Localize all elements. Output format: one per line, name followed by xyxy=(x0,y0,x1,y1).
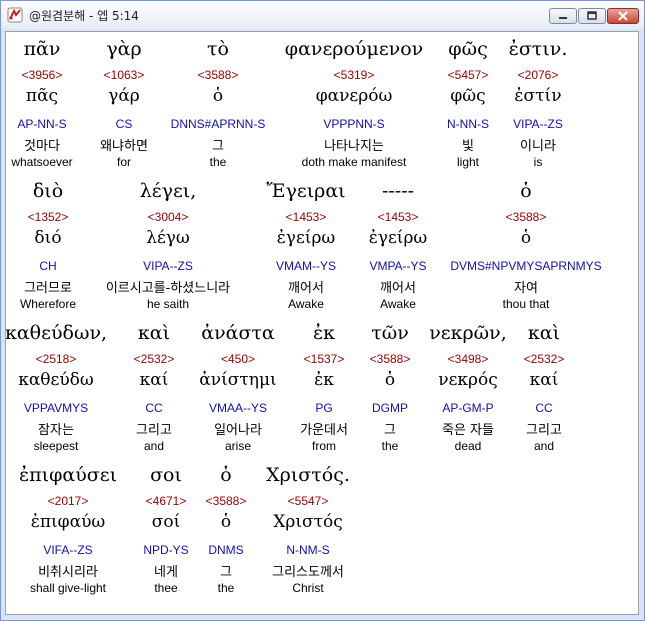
interlinear-content[interactable]: πᾶν <3956> πᾶς AP-NN-S 것마다 whatsoever γὰρ <1063… xyxy=(5,31,639,615)
word-parse: DVMS#NPVMYSAPRNMYS xyxy=(450,259,602,273)
word-english: thou that xyxy=(502,297,550,311)
word-korean: 그리스도께서 xyxy=(272,565,344,580)
app-icon xyxy=(7,7,23,23)
word-code: <5547> xyxy=(287,494,329,508)
word-parse: CC xyxy=(535,401,553,415)
maximize-button[interactable] xyxy=(578,8,606,24)
word-english: is xyxy=(533,155,543,169)
word-korean: 자여 xyxy=(514,281,538,296)
minimize-button[interactable] xyxy=(549,8,577,24)
window-title: @원겸분해 - 엡 5:14 xyxy=(29,9,139,23)
word-code: <3588> xyxy=(505,210,547,224)
word-english: and xyxy=(533,439,555,453)
word-lemma: ἐστίν xyxy=(514,86,562,106)
close-button[interactable] xyxy=(607,8,639,24)
word-parse: VIPA--ZS xyxy=(513,117,563,131)
word-greek[interactable]: ὁ xyxy=(436,180,616,202)
word-lemma: ὁ xyxy=(520,228,532,248)
word-lemma: Χριστός xyxy=(273,512,343,532)
word-english: Christ xyxy=(292,581,324,595)
word-korean: 그리고 xyxy=(526,423,562,438)
word-greek[interactable]: καὶ xyxy=(454,322,634,344)
maximize-icon xyxy=(587,11,597,20)
word-code: <2076> xyxy=(517,68,559,82)
word-greek[interactable]: ἐστιν. xyxy=(448,38,628,60)
word-lemma: καί xyxy=(529,370,559,390)
word-korean: 이니라 xyxy=(520,139,556,154)
minimize-icon xyxy=(559,17,567,19)
word-parse: N-NM-S xyxy=(286,543,330,557)
word-code: <2532> xyxy=(523,352,565,366)
interlinear-window: @원겸분해 - 엡 5:14 πᾶν <3956> πᾶς AP-NN-S 것마다 wha… xyxy=(0,0,645,621)
word-greek[interactable]: Χριστός. xyxy=(218,464,398,486)
close-icon xyxy=(618,11,628,21)
title-bar[interactable]: @원겸분해 - 엡 5:14 xyxy=(1,1,644,29)
